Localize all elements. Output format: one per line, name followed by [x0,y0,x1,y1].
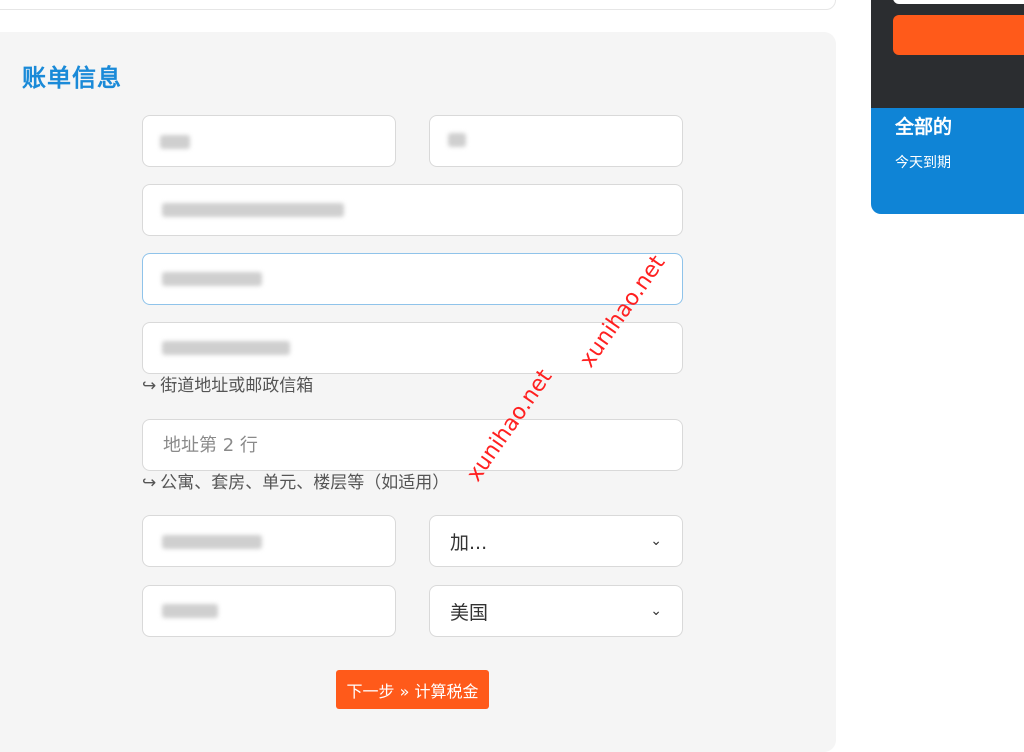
return-arrow-icon: ↪ [142,376,157,396]
address-line-1-help: ↪ 街道地址或邮政信箱 [142,378,313,395]
state-selected-value: 加... [450,531,488,554]
chevron-down-icon: ⌄ [650,533,662,549]
phone-field[interactable] [142,253,683,305]
address-line-1-field[interactable] [142,322,683,374]
address-line-2-help: ↪ 公寓、套房、单元、楼层等（如适用） [142,475,449,492]
return-arrow-icon: ↪ [142,473,157,493]
country-selected-value: 美国 [450,601,489,624]
top-card-fragment [0,0,836,10]
address-line-2-help-text: 公寓、套房、单元、楼层等（如适用） [160,473,450,493]
sidebar-input[interactable] [893,0,1024,4]
zip-field[interactable] [142,585,396,637]
last-name-field[interactable] [429,115,683,167]
email-field[interactable] [142,184,683,236]
next-calculate-tax-button[interactable]: 下一步 » 计算税金 [336,670,489,709]
sidebar-orange-button[interactable] [893,15,1024,55]
state-select[interactable]: 加... ⌄ [429,515,683,567]
country-select[interactable]: 美国 ⌄ [429,585,683,637]
chevron-down-icon: ⌄ [650,603,662,619]
first-name-field[interactable] [142,115,396,167]
city-field[interactable] [142,515,396,567]
address-line-2-field[interactable] [142,419,683,471]
address-line-1-help-text: 街道地址或邮政信箱 [160,376,314,396]
billing-title: 账单信息 [22,64,122,92]
sidebar-total-title: 全部的 [895,116,953,138]
sidebar-due-today: 今天到期 [895,155,951,171]
billing-panel [0,32,836,752]
